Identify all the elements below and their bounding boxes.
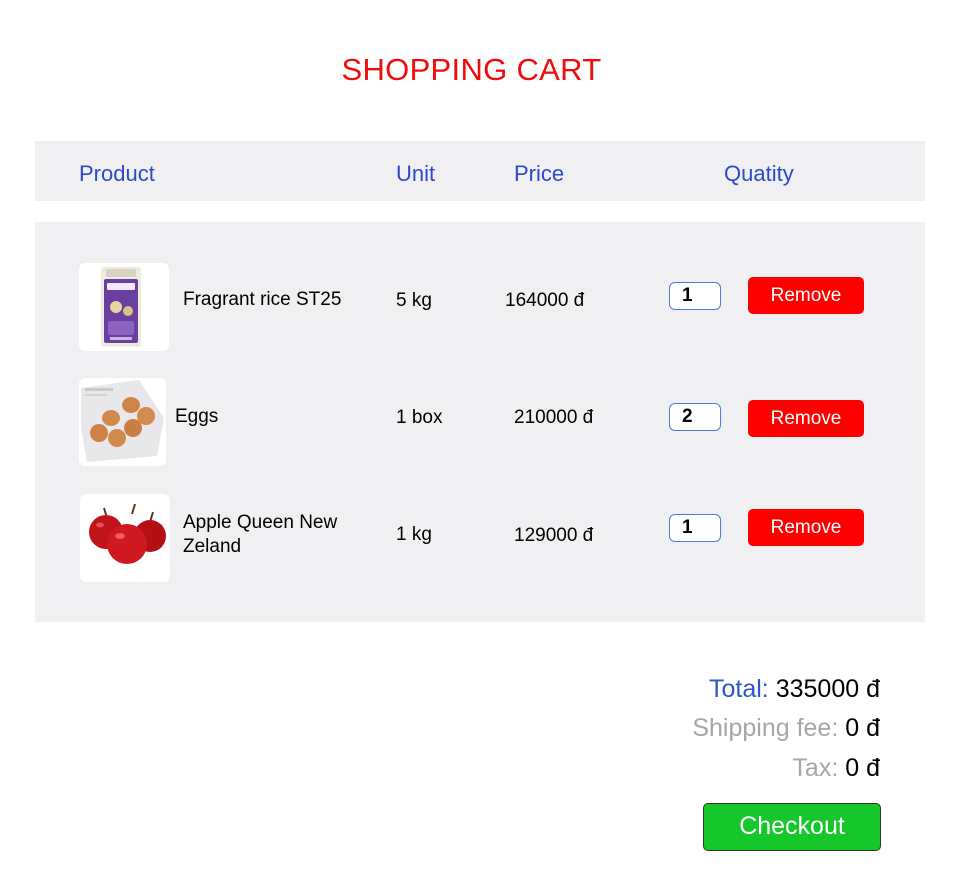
header-unit: Unit [396, 161, 436, 186]
product-name: Apple Queen New Zeland [183, 512, 338, 557]
product-name: Fragrant rice ST25 [183, 289, 342, 310]
cart-items-panel: Fragrant rice ST25 5 kg 164000 đ 1 Remov… [35, 222, 925, 622]
product-name: Eggs [175, 406, 219, 427]
product-unit: 5 kg [396, 290, 432, 311]
header-product: Product [79, 161, 155, 186]
product-unit: 1 kg [396, 524, 432, 545]
remove-button[interactable]: Remove [748, 400, 864, 437]
tax-value: 0 đ [845, 754, 880, 782]
header-price: Price [514, 161, 565, 186]
product-image-eggs [79, 378, 166, 466]
total-value: 335000 đ [775, 675, 880, 703]
shipping-value: 0 đ [845, 714, 880, 742]
header-quantity: Quatity [724, 161, 794, 186]
product-image-apple [80, 494, 170, 582]
table-header: Product Unit Price Quatity [35, 141, 925, 201]
product-price: 210000 đ [514, 407, 594, 428]
quantity-field[interactable]: 1 [669, 282, 721, 310]
product-price: 129000 đ [514, 525, 594, 546]
quantity-field[interactable]: 2 [669, 403, 721, 431]
product-price: 164000 đ [505, 290, 585, 311]
page-title: SHOPPING CART [341, 52, 602, 87]
shipping-label: Shipping fee: [692, 714, 839, 742]
remove-button[interactable]: Remove [748, 509, 864, 546]
total-label: Total: [709, 675, 769, 703]
product-image-rice [79, 263, 169, 351]
tax-label: Tax: [792, 754, 839, 782]
checkout-button[interactable]: Checkout [703, 803, 881, 851]
quantity-field[interactable]: 1 [669, 514, 721, 542]
product-unit: 1 box [396, 407, 443, 428]
shipping-line: Shipping fee: 0 đ [692, 714, 880, 743]
remove-button[interactable]: Remove [748, 277, 864, 314]
total-line: Total: 335000 đ [709, 675, 880, 704]
tax-line: Tax: 0 đ [792, 754, 880, 783]
